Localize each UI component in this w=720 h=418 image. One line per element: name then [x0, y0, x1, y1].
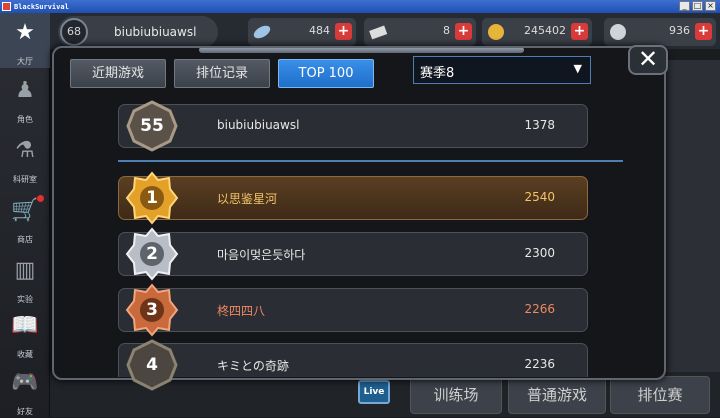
resource-coin: 245402 + — [482, 18, 592, 46]
live-button[interactable]: Live — [358, 380, 390, 404]
player-profile[interactable]: 68 biubiubiuawsl — [58, 16, 218, 48]
player-score: 1378 — [524, 118, 555, 132]
right-panel — [660, 60, 720, 380]
my-rank-row: 55 biubiubiuawsl 1378 — [118, 100, 588, 152]
player-name: 以思鉴星河 — [217, 192, 278, 206]
season-value: 赛季8 — [420, 66, 455, 81]
window-close-button[interactable]: × — [705, 1, 716, 11]
leaderboard-row[interactable]: 2 마음이멎은듯하다 2300 — [118, 227, 588, 281]
ticket-icon — [368, 22, 388, 42]
player-score: 2266 — [524, 302, 555, 316]
minimize-button[interactable]: _ — [679, 1, 690, 11]
chevron-down-icon: ▼ — [573, 62, 582, 75]
player-name: キミとの奇跡 — [217, 359, 289, 373]
resource-value: 245402 — [524, 24, 566, 37]
side-navigation: ★ 大厅 ♟ 角色 ⚗ 科研室 🛒 商店 ▥ 实验 📖 收藏 🎮 好友 — [0, 13, 50, 417]
coin-icon — [486, 22, 506, 42]
player-name: 마음이멎은듯하다 — [217, 248, 306, 262]
close-modal-button[interactable]: ✕ — [628, 45, 668, 75]
window-titlebar: BlackSurvival _ □ × — [0, 0, 720, 13]
silver-rank-badge: 2 — [125, 227, 179, 281]
normal-game-button[interactable]: 普通游戏 — [508, 376, 606, 414]
book-icon: 📖 — [11, 313, 39, 338]
star-icon: ★ — [15, 20, 35, 45]
training-button[interactable]: 训练场 — [410, 376, 502, 414]
rank-number: 55 — [140, 116, 164, 136]
character-icon: ♟ — [15, 78, 35, 103]
ranked-game-button[interactable]: 排位赛 — [610, 376, 710, 414]
modal-handle — [199, 48, 524, 53]
player-name: biubiubiuawsl — [217, 118, 300, 132]
window-controls: _ □ × — [679, 1, 716, 11]
resource-feather: 484 + — [248, 18, 356, 46]
divider — [118, 160, 623, 162]
resource-ticket: 8 + — [364, 18, 476, 46]
nav-label: 商店 — [17, 235, 33, 244]
nav-label: 收藏 — [17, 350, 33, 359]
nav-item-collection[interactable]: 📖 收藏 — [0, 306, 50, 361]
nav-label: 实验 — [17, 295, 33, 304]
nav-label: 角色 — [17, 115, 33, 124]
maximize-button[interactable]: □ — [692, 1, 703, 11]
nav-item-lab[interactable]: ⚗ 科研室 — [0, 131, 50, 186]
leaderboard-row[interactable]: 4 キミとの奇跡 2236 — [118, 339, 588, 391]
player-name: biubiubiuawsl — [114, 25, 197, 39]
feather-icon — [252, 22, 272, 42]
nav-label: 大厅 — [17, 57, 33, 66]
player-score: 2540 — [524, 190, 555, 204]
nav-item-shop[interactable]: 🛒 商店 — [0, 191, 50, 246]
resource-value: 8 — [443, 24, 450, 37]
player-name: 柊四四八 — [217, 304, 266, 318]
gamepad-icon: 🎮 — [11, 370, 39, 395]
window-title: BlackSurvival — [14, 2, 69, 11]
add-ticket-button[interactable]: + — [455, 23, 472, 40]
nav-item-character[interactable]: ♟ 角色 — [0, 71, 50, 126]
add-feather-button[interactable]: + — [335, 23, 352, 40]
resource-value: 484 — [309, 24, 330, 37]
player-level: 68 — [60, 18, 88, 46]
app-icon — [2, 2, 11, 11]
add-bp-button[interactable]: + — [695, 23, 712, 40]
resource-bp: 936 + — [604, 18, 716, 46]
nav-label: 科研室 — [13, 175, 37, 184]
resource-value: 936 — [669, 24, 690, 37]
books-icon: ▥ — [14, 258, 36, 283]
rank-badge: 4 — [125, 338, 179, 392]
leaderboard-row[interactable]: 1 以思鉴星河 2540 — [118, 171, 588, 225]
tab-recent-games[interactable]: 近期游戏 — [70, 59, 166, 88]
player-score: 2236 — [524, 357, 555, 371]
bronze-rank-badge: 3 — [125, 283, 179, 337]
gold-rank-badge: 1 — [125, 171, 179, 225]
nav-item-experiment[interactable]: ▥ 实验 — [0, 251, 50, 306]
leaderboard-row[interactable]: 3 柊四四八 2266 — [118, 283, 588, 337]
tab-top-100[interactable]: TOP 100 — [278, 59, 374, 88]
player-score: 2300 — [524, 246, 555, 260]
tab-rank-history[interactable]: 排位记录 — [174, 59, 270, 88]
nav-label: 好友 — [17, 407, 33, 416]
season-select[interactable]: 赛季8 ▼ — [413, 56, 591, 84]
flask-icon: ⚗ — [15, 138, 35, 163]
notification-dot — [37, 195, 44, 202]
bp-icon — [608, 22, 628, 42]
cart-icon: 🛒 — [11, 198, 39, 223]
rank-badge: 55 — [125, 99, 179, 153]
rank-number: 1 — [146, 188, 158, 208]
add-coin-button[interactable]: + — [571, 23, 588, 40]
rank-number: 4 — [146, 355, 158, 375]
nav-item-lobby[interactable]: ★ 大厅 — [0, 13, 50, 68]
rank-number: 3 — [146, 300, 158, 320]
nav-item-friends[interactable]: 🎮 好友 — [0, 363, 50, 418]
rank-number: 2 — [146, 244, 158, 264]
